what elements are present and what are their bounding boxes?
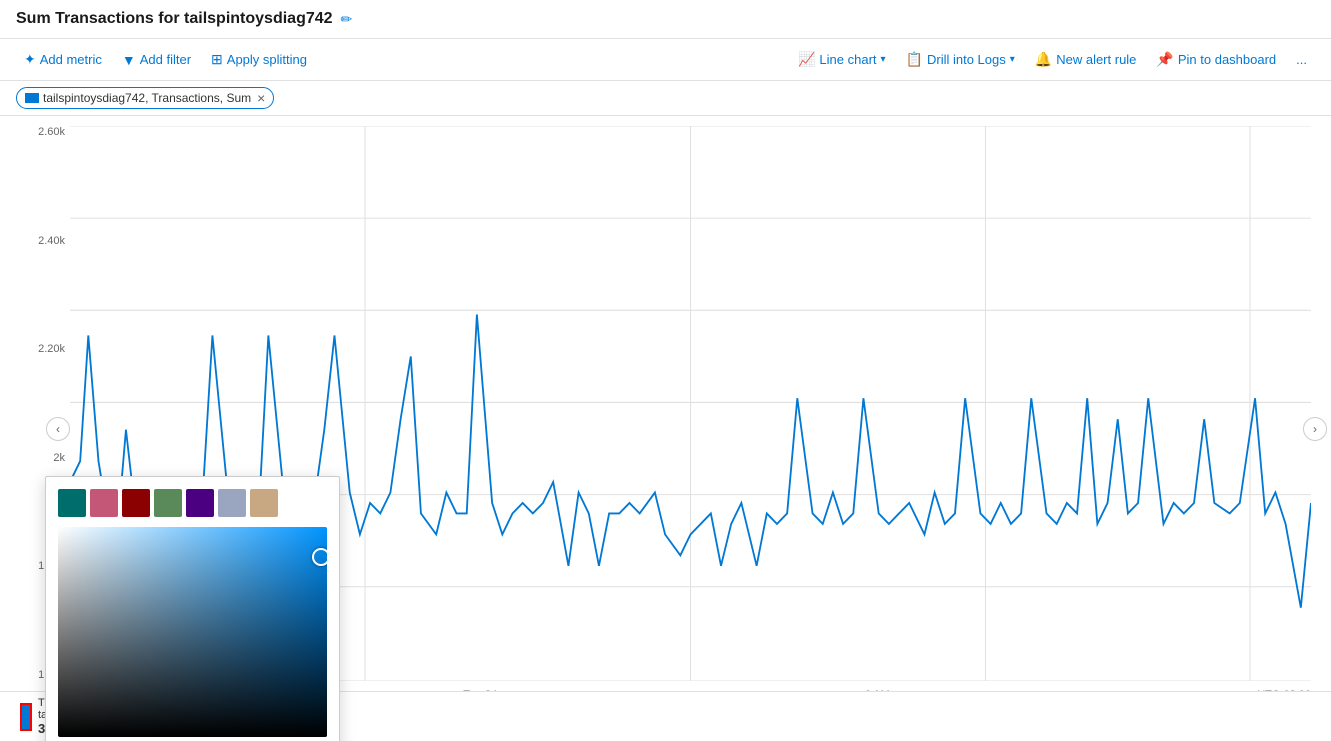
- apply-splitting-button[interactable]: ⊞ Apply splitting: [203, 47, 315, 72]
- toolbar-right: 📈 Line chart ▾ 📋 Drill into Logs ▾ 🔔 New…: [790, 47, 1315, 72]
- line-chart-icon: 📈: [798, 51, 815, 68]
- filter-tag-close-button[interactable]: ×: [257, 90, 265, 106]
- drill-into-logs-button[interactable]: 📋 Drill into Logs ▾: [898, 47, 1023, 72]
- edit-title-icon[interactable]: ✏: [341, 11, 353, 28]
- line-chart-button[interactable]: 📈 Line chart ▾: [790, 47, 894, 72]
- filter-icon: ▼: [122, 52, 136, 68]
- more-options-button[interactable]: ...: [1288, 48, 1315, 71]
- preset-swatch-0[interactable]: [58, 489, 86, 517]
- filter-tag-label: tailspintoysdiag742, Transactions, Sum: [43, 91, 251, 105]
- gradient-bg: [58, 527, 327, 737]
- add-filter-button[interactable]: ▼ Add filter: [114, 48, 199, 72]
- y-label-1: 2.40k: [10, 235, 65, 247]
- color-gradient-picker[interactable]: [58, 527, 327, 737]
- pin-to-dashboard-button[interactable]: 📌 Pin to dashboard: [1148, 47, 1284, 72]
- toolbar-left: ✦ Add metric ▼ Add filter ⊞ Apply splitt…: [16, 47, 786, 72]
- title-bar: Sum Transactions for tailspintoysdiag742…: [0, 0, 1331, 39]
- y-label-3: 2k: [10, 452, 65, 464]
- picker-circle[interactable]: [312, 548, 327, 566]
- y-label-2: 2.20k: [10, 343, 65, 355]
- filter-tag-bar: tailspintoysdiag742, Transactions, Sum ×: [0, 81, 1331, 116]
- pin-icon: 📌: [1156, 51, 1173, 68]
- page-title: Sum Transactions for tailspintoysdiag742: [16, 10, 333, 28]
- preset-swatch-6[interactable]: [250, 489, 278, 517]
- preset-swatch-5[interactable]: [218, 489, 246, 517]
- alert-icon: 🔔: [1035, 51, 1052, 68]
- chart-nav-left[interactable]: ‹: [46, 417, 70, 441]
- chart-area: ‹ › 2.60k 2.40k 2.20k 2k 1.80k 1.60k: [0, 116, 1331, 741]
- preset-swatch-4[interactable]: [186, 489, 214, 517]
- toolbar: ✦ Add metric ▼ Add filter ⊞ Apply splitt…: [0, 39, 1331, 81]
- add-metric-button[interactable]: ✦ Add metric: [16, 47, 110, 72]
- split-icon: ⊞: [211, 51, 223, 68]
- line-chart-caret: ▾: [881, 54, 886, 65]
- drill-logs-caret: ▾: [1010, 54, 1015, 65]
- preset-swatch-2[interactable]: [122, 489, 150, 517]
- filter-tag: tailspintoysdiag742, Transactions, Sum ×: [16, 87, 274, 109]
- preset-swatch-1[interactable]: [90, 489, 118, 517]
- add-metric-icon: ✦: [24, 51, 36, 68]
- drill-logs-icon: 📋: [906, 51, 923, 68]
- preset-colors-row: [58, 489, 327, 517]
- main-container: Sum Transactions for tailspintoysdiag742…: [0, 0, 1331, 741]
- chart-nav-right[interactable]: ›: [1303, 417, 1327, 441]
- legend-color-swatch[interactable]: [20, 703, 32, 731]
- preset-swatch-3[interactable]: [154, 489, 182, 517]
- y-label-0: 2.60k: [10, 126, 65, 138]
- color-picker-popup: Apply Cancel: [45, 476, 340, 741]
- filter-tag-icon: [25, 93, 39, 103]
- new-alert-rule-button[interactable]: 🔔 New alert rule: [1027, 47, 1145, 72]
